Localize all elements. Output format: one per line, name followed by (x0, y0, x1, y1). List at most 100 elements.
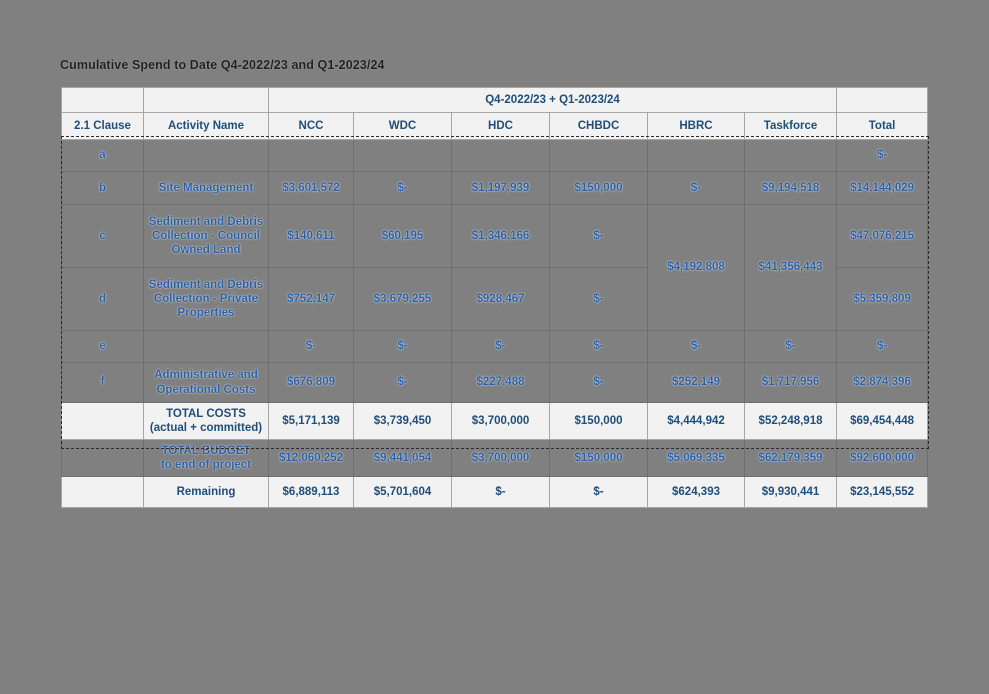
column-header-hbrc[interactable]: HBRC (647, 112, 745, 140)
cell-chbdc[interactable]: $150,000 (549, 402, 648, 440)
cell-chbdc[interactable]: $150,000 (549, 171, 648, 205)
cell-hbrc[interactable]: $- (647, 330, 745, 363)
cell-wdc[interactable]: $3,679,255 (353, 267, 452, 331)
cell-clause[interactable]: e (61, 330, 144, 363)
cell-hbrc[interactable]: $624,393 (647, 476, 745, 508)
cell-ncc[interactable]: $5,171,139 (268, 402, 354, 440)
cell-hdc[interactable]: $928,467 (451, 267, 550, 331)
summary-row-remaining[interactable]: Remaining $6,889,113 $5,701,604 $- $- $6… (61, 476, 929, 508)
table-column-header-row: 2.1 Clause Activity Name NCC WDC HDC CHB… (61, 112, 929, 140)
cell-clause[interactable]: c (61, 204, 144, 268)
summary-label-line2: (actual + committed) (149, 422, 263, 434)
cell-ncc[interactable]: $12,060,252 (268, 439, 354, 477)
cell-taskforce[interactable]: $62,179,359 (743, 439, 838, 477)
cell-ncc[interactable]: $140,611 (268, 204, 354, 268)
cell-ncc[interactable]: $3,601,572 (268, 171, 354, 205)
cell-activity[interactable]: Sediment and Debris Collection - Private… (143, 267, 269, 331)
cell-total[interactable]: $69,454,448 (836, 402, 929, 440)
cell-ncc[interactable]: $6,889,113 (268, 476, 354, 508)
cell-hdc[interactable]: $1,197,939 (451, 171, 550, 205)
cell-wdc[interactable]: $60,195 (353, 204, 452, 268)
cell-total[interactable]: $- (836, 139, 929, 172)
cell-ncc[interactable]: $676,809 (268, 362, 354, 403)
cell-hbrc[interactable]: $5,069,335 (647, 439, 745, 477)
cell-taskforce[interactable] (743, 139, 838, 172)
cell-taskforce[interactable]: $- (743, 330, 838, 363)
column-header-taskforce[interactable]: Taskforce (743, 112, 838, 140)
cell-total[interactable]: $47,076,215 (836, 204, 929, 268)
cell-ncc[interactable]: $- (268, 330, 354, 363)
cell-taskforce-merged[interactable]: $41,356,443 (743, 204, 838, 331)
cell-hdc[interactable]: $- (451, 476, 550, 508)
cell-total[interactable]: $- (836, 330, 929, 363)
cell-activity[interactable] (143, 139, 269, 172)
column-header-wdc[interactable]: WDC (353, 112, 452, 140)
cell-chbdc[interactable]: $- (549, 476, 648, 508)
cell-hbrc[interactable]: $- (647, 171, 745, 205)
cell-wdc[interactable]: $- (353, 171, 452, 205)
cell-chbdc[interactable]: $- (549, 362, 648, 403)
cell-hdc[interactable]: $3,700,000 (451, 402, 550, 440)
cell-total[interactable]: $92,600,000 (836, 439, 929, 477)
cell-clause[interactable]: a (61, 139, 144, 172)
cell-total[interactable]: $5,359,809 (836, 267, 929, 331)
summary-label-remaining[interactable]: Remaining (143, 476, 269, 508)
cell-clause-blank[interactable] (61, 476, 144, 508)
cell-hdc[interactable]: $1,346,166 (451, 204, 550, 268)
cell-activity[interactable]: Administrative and Operational Costs (143, 362, 269, 403)
cell-taskforce[interactable]: $1,717,956 (743, 362, 838, 403)
table-row[interactable]: b Site Management $3,601,572 $- $1,197,9… (61, 171, 929, 205)
cell-hdc[interactable]: $3,700,000 (451, 439, 550, 477)
cell-clause[interactable]: b (61, 171, 144, 205)
cell-wdc[interactable] (353, 139, 452, 172)
cell-hbrc-merged[interactable]: $4,192,808 (647, 204, 745, 331)
cell-clause[interactable]: d (61, 267, 144, 331)
cell-total[interactable]: $23,145,552 (836, 476, 929, 508)
column-header-activity[interactable]: Activity Name (143, 112, 269, 140)
cell-clause-blank[interactable] (61, 439, 144, 477)
group-header-blank-activity (143, 87, 269, 113)
summary-row-total-budget[interactable]: TOTAL BUDGET to end of project $12,060,2… (61, 439, 929, 477)
cell-activity[interactable]: Site Management (143, 171, 269, 205)
cell-chbdc[interactable]: $150,000 (549, 439, 648, 477)
column-header-hdc[interactable]: HDC (451, 112, 550, 140)
summary-row-total-costs[interactable]: TOTAL COSTS (actual + committed) $5,171,… (61, 402, 929, 440)
summary-label-line2: to end of project (160, 459, 252, 471)
cell-clause[interactable]: f (61, 362, 144, 403)
cell-clause-blank[interactable] (61, 402, 144, 440)
cell-ncc[interactable]: $752,147 (268, 267, 354, 331)
cell-hbrc[interactable]: $4,444,942 (647, 402, 745, 440)
cell-wdc[interactable]: $- (353, 362, 452, 403)
cell-taskforce[interactable]: $9,194,518 (743, 171, 838, 205)
cell-chbdc[interactable]: $- (549, 267, 648, 331)
cell-chbdc[interactable]: $- (549, 204, 648, 268)
table-row[interactable]: c Sediment and Debris Collection - Counc… (61, 204, 929, 331)
cell-wdc[interactable]: $9,441,054 (353, 439, 452, 477)
column-header-clause[interactable]: 2.1 Clause (61, 112, 144, 140)
summary-label-total-costs[interactable]: TOTAL COSTS (actual + committed) (143, 402, 269, 440)
cell-hdc[interactable]: $227,488 (451, 362, 550, 403)
cell-wdc[interactable]: $- (353, 330, 452, 363)
cell-taskforce[interactable]: $52,248,918 (743, 402, 838, 440)
table-row[interactable]: f Administrative and Operational Costs $… (61, 362, 929, 403)
cell-activity[interactable]: Sediment and Debris Collection - Council… (143, 204, 269, 268)
cell-wdc[interactable]: $3,739,450 (353, 402, 452, 440)
cell-hbrc[interactable] (647, 139, 745, 172)
table-row[interactable]: e $- $- $- $- $- $- $- (61, 330, 929, 363)
cell-total[interactable]: $2,874,396 (836, 362, 929, 403)
cell-hdc[interactable]: $- (451, 330, 550, 363)
cell-taskforce[interactable]: $9,930,441 (743, 476, 838, 508)
summary-label-total-budget[interactable]: TOTAL BUDGET to end of project (143, 439, 269, 477)
column-header-ncc[interactable]: NCC (268, 112, 354, 140)
cell-hdc[interactable] (451, 139, 550, 172)
cell-hbrc[interactable]: $252,149 (647, 362, 745, 403)
column-header-total[interactable]: Total (836, 112, 929, 140)
cell-wdc[interactable]: $5,701,604 (353, 476, 452, 508)
cell-chbdc[interactable] (549, 139, 648, 172)
cell-activity[interactable] (143, 330, 269, 363)
cell-ncc[interactable] (268, 139, 354, 172)
column-header-chbdc[interactable]: CHBDC (549, 112, 648, 140)
table-row[interactable]: a $- (61, 139, 929, 172)
cell-total[interactable]: $14,144,029 (836, 171, 929, 205)
cell-chbdc[interactable]: $- (549, 330, 648, 363)
